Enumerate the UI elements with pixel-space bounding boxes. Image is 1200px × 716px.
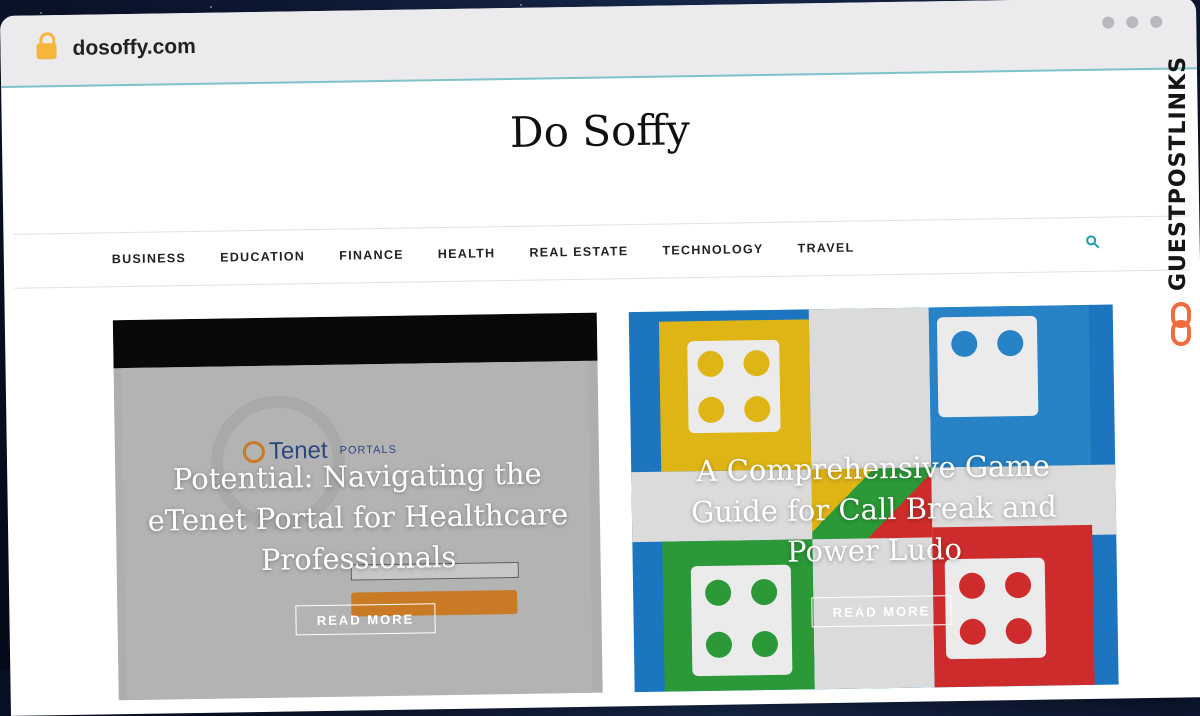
- post-title[interactable]: Potential: Navigating the eTenet Portal …: [145, 453, 571, 583]
- window-dot-icon[interactable]: [1102, 16, 1115, 29]
- search-icon[interactable]: [1086, 235, 1100, 249]
- window-dot-icon[interactable]: [1126, 16, 1139, 29]
- main-nav: BUSINESS EDUCATION FINANCE HEALTH REAL E…: [112, 241, 855, 267]
- nav-item-real-estate[interactable]: REAL ESTATE: [529, 244, 628, 260]
- read-more-button[interactable]: READ MORE: [295, 603, 436, 636]
- nav-item-finance[interactable]: FINANCE: [339, 248, 404, 263]
- browser-window: dosoffy.com Do Soffy BUSINESS EDUCATION …: [0, 0, 1200, 716]
- post-card[interactable]: Tenet PORTALS Potential: Navigating the …: [112, 312, 603, 701]
- chain-link-icon: [1171, 302, 1191, 346]
- browser-titlebar: dosoffy.com: [0, 0, 1197, 88]
- nav-item-education[interactable]: EDUCATION: [220, 249, 305, 264]
- nav-item-health[interactable]: HEALTH: [438, 246, 496, 261]
- site-title[interactable]: Do Soffy: [2, 97, 1199, 165]
- window-dot-icon[interactable]: [1150, 15, 1163, 28]
- nav-divider: [14, 269, 1191, 289]
- guestpostlinks-text: GUESTPOSTLINKS: [1166, 56, 1191, 291]
- read-more-button[interactable]: READ MORE: [811, 595, 952, 628]
- post-title[interactable]: A Comprehensive Game Guide for Call Brea…: [661, 445, 1087, 575]
- lock-icon: [36, 43, 57, 60]
- nav-item-technology[interactable]: TECHNOLOGY: [662, 242, 763, 258]
- post-card[interactable]: A Comprehensive Game Guide for Call Brea…: [628, 304, 1119, 693]
- address-bar-url[interactable]: dosoffy.com: [72, 35, 196, 61]
- window-controls: [1102, 15, 1163, 29]
- nav-item-business[interactable]: BUSINESS: [112, 251, 187, 266]
- nav-divider: [13, 215, 1190, 235]
- nav-item-travel[interactable]: TRAVEL: [797, 241, 854, 256]
